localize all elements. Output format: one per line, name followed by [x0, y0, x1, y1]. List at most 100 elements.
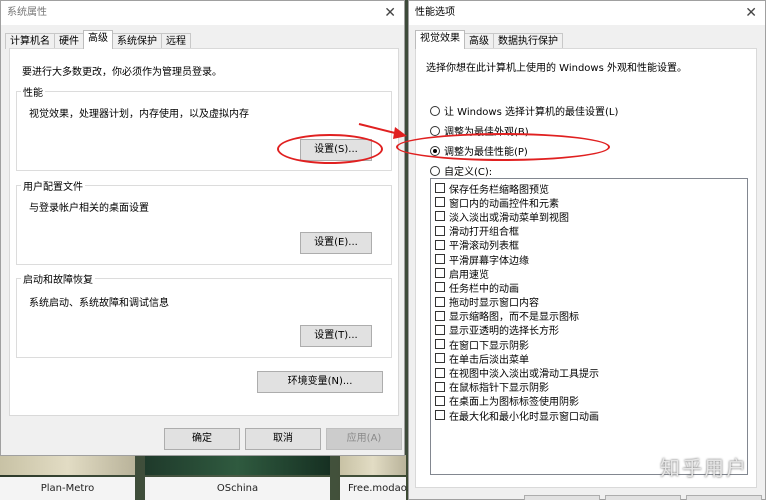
- tab-hardware[interactable]: 硬件: [54, 33, 84, 49]
- title-bar: 性能选项 ✕: [409, 1, 765, 25]
- group-label: 启动和故障恢复: [21, 271, 95, 286]
- advanced-panel: 要进行大多数更改，你必须作为管理员登录。 性能 视觉效果，处理器计划，内存使用，…: [9, 48, 399, 416]
- profiles-settings-button[interactable]: 设置(E)...: [300, 232, 372, 254]
- effect-checkbox-item[interactable]: 在窗口下显示阴影: [431, 337, 747, 352]
- checkbox[interactable]: [435, 197, 445, 208]
- tab-system-protection[interactable]: 系统保护: [112, 33, 162, 49]
- checkbox[interactable]: [435, 367, 445, 378]
- checkbox-label: 窗口内的动画控件和元素: [449, 198, 559, 210]
- effect-checkbox-item[interactable]: 拖动时显示窗口内容: [431, 295, 747, 309]
- visual-effects-panel: 选择你想在此计算机上使用的 Windows 外观和性能设置。 让 Windows…: [415, 48, 757, 488]
- checkbox[interactable]: [435, 324, 445, 335]
- checkbox[interactable]: [435, 183, 445, 194]
- checkbox-label: 平滑屏幕字体边缘: [449, 255, 529, 267]
- checkbox[interactable]: [435, 395, 445, 406]
- title-bar: 系统属性 ✕: [1, 1, 404, 25]
- effects-checkbox-list[interactable]: 保存任务栏缩略图预览窗口内的动画控件和元素 淡入淡出或滑动菜单到视图 滑动打开组合框…: [430, 178, 748, 475]
- dialog-title: 系统属性: [7, 7, 47, 18]
- checkbox-label: 显示缩略图，而不是显示图标: [449, 312, 579, 324]
- checkbox[interactable]: [435, 296, 445, 307]
- effect-checkbox-item[interactable]: 显示缩略图，而不是显示图标: [431, 309, 747, 323]
- effect-checkbox-item[interactable]: 在桌面上为图标标签使用阴影: [431, 394, 747, 408]
- close-icon[interactable]: ✕: [384, 1, 396, 25]
- checkbox-label: 任务栏中的动画: [449, 283, 519, 295]
- watermark: 知乎用户: [660, 456, 748, 480]
- checkbox-label: 启用速览: [449, 269, 489, 281]
- effect-checkbox-item[interactable]: 启用速览: [431, 266, 747, 281]
- checkbox[interactable]: [435, 410, 445, 421]
- checkbox[interactable]: [435, 254, 445, 265]
- effect-checkbox-item[interactable]: 平滑滚动列表框: [431, 238, 747, 252]
- checkbox-label: 滑动打开组合框: [449, 227, 519, 239]
- thumbnail-image: [0, 455, 135, 475]
- radio-button[interactable]: [430, 125, 440, 136]
- thumbnail-oschina[interactable]: OSchina: [145, 455, 330, 500]
- effect-checkbox-item[interactable]: 窗口内的动画控件和元素: [431, 195, 747, 210]
- thumbnail-caption: OSchina: [145, 477, 330, 500]
- effect-checkbox-item[interactable]: 在最大化和最小化时显示窗口动画: [431, 408, 747, 423]
- tab-advanced[interactable]: 高级: [464, 33, 494, 49]
- radio-label: 自定义(C):: [444, 167, 493, 178]
- checkbox-label: 在鼠标指针下显示阴影: [449, 383, 549, 395]
- apply-button[interactable]: [686, 495, 762, 500]
- apply-button[interactable]: 应用(A): [326, 428, 402, 450]
- group-description: 视觉效果，处理器计划，内存使用，以及虚拟内存: [29, 109, 249, 120]
- cancel-button[interactable]: [605, 495, 681, 500]
- radio-custom[interactable]: 自定义(C):: [430, 163, 492, 178]
- group-label: 性能: [21, 84, 45, 99]
- startup-settings-button[interactable]: 设置(T)...: [300, 325, 372, 347]
- intro-text: 选择你想在此计算机上使用的 Windows 外观和性能设置。: [426, 63, 687, 74]
- checkbox-label: 在视图中淡入淡出或滑动工具提示: [449, 369, 599, 381]
- annotation-arrow-icon: [358, 123, 407, 139]
- admin-note: 要进行大多数更改，你必须作为管理员登录。: [22, 67, 222, 78]
- effect-checkbox-item[interactable]: 平滑屏幕字体边缘: [431, 252, 747, 267]
- checkbox-label: 在窗口下显示阴影: [449, 340, 529, 352]
- system-properties-dialog: 系统属性 ✕ 计算机名 硬件 高级 系统保护 远程 要进行大多数更改，你必须作为…: [0, 0, 405, 456]
- tab-remote[interactable]: 远程: [161, 33, 191, 49]
- thumbnail-caption: Free.modao.co: [340, 477, 421, 500]
- checkbox[interactable]: [435, 239, 445, 250]
- thumbnail-caption: Plan-Metro: [0, 477, 135, 500]
- checkbox[interactable]: [435, 339, 445, 350]
- thumbnail-image: [340, 455, 406, 475]
- tab-computer-name[interactable]: 计算机名: [5, 33, 55, 49]
- checkbox-label: 显示亚透明的选择长方形: [449, 326, 559, 338]
- tab-bar: 计算机名 硬件 高级 系统保护 远程: [5, 30, 191, 49]
- radio-let-windows-choose[interactable]: 让 Windows 选择计算机的最佳设置(L): [430, 103, 618, 118]
- group-description: 与登录帐户相关的桌面设置: [29, 203, 149, 214]
- tab-bar: 视觉效果 高级 数据执行保护: [415, 30, 563, 49]
- checkbox-label: 淡入淡出或滑动菜单到视图: [449, 212, 569, 224]
- ok-button[interactable]: [524, 495, 600, 500]
- ok-button[interactable]: 确定: [164, 428, 240, 450]
- effect-checkbox-item[interactable]: 显示亚透明的选择长方形: [431, 323, 747, 337]
- group-label: 用户配置文件: [21, 178, 85, 193]
- tab-advanced[interactable]: 高级: [83, 30, 113, 49]
- checkbox[interactable]: [435, 268, 445, 279]
- checkbox-label: 拖动时显示窗口内容: [449, 298, 539, 310]
- thumbnail-modao[interactable]: Free.modao.co: [340, 455, 421, 500]
- effect-checkbox-item[interactable]: 在单击后淡出菜单: [431, 351, 747, 366]
- cancel-button[interactable]: 取消: [245, 428, 321, 450]
- effect-checkbox-item[interactable]: 淡入淡出或滑动菜单到视图: [431, 209, 747, 224]
- effect-checkbox-item[interactable]: 在鼠标指针下显示阴影: [431, 380, 747, 394]
- checkbox[interactable]: [435, 282, 445, 293]
- thumbnail-image: [145, 455, 330, 475]
- close-icon[interactable]: ✕: [745, 1, 757, 25]
- tab-visual-effects[interactable]: 视觉效果: [415, 30, 465, 49]
- thumbnail-plan-metro[interactable]: Plan-Metro: [0, 455, 135, 500]
- effect-checkbox-item[interactable]: 任务栏中的动画: [431, 280, 747, 295]
- checkbox[interactable]: [435, 353, 445, 364]
- effect-checkbox-item[interactable]: 在视图中淡入淡出或滑动工具提示: [431, 365, 747, 381]
- checkbox[interactable]: [435, 310, 445, 321]
- checkbox[interactable]: [435, 225, 445, 236]
- effect-checkbox-item[interactable]: 保存任务栏缩略图预览: [431, 181, 747, 196]
- environment-variables-button[interactable]: 环境变量(N)...: [257, 371, 383, 393]
- radio-button[interactable]: [430, 105, 440, 116]
- checkbox-label: 平滑滚动列表框: [449, 241, 519, 253]
- effect-checkbox-item[interactable]: 滑动打开组合框: [431, 224, 747, 238]
- checkbox-label: 在单击后淡出菜单: [449, 354, 529, 366]
- radio-button[interactable]: [430, 165, 440, 176]
- checkbox[interactable]: [435, 211, 445, 222]
- checkbox[interactable]: [435, 381, 445, 392]
- tab-dep[interactable]: 数据执行保护: [493, 33, 563, 49]
